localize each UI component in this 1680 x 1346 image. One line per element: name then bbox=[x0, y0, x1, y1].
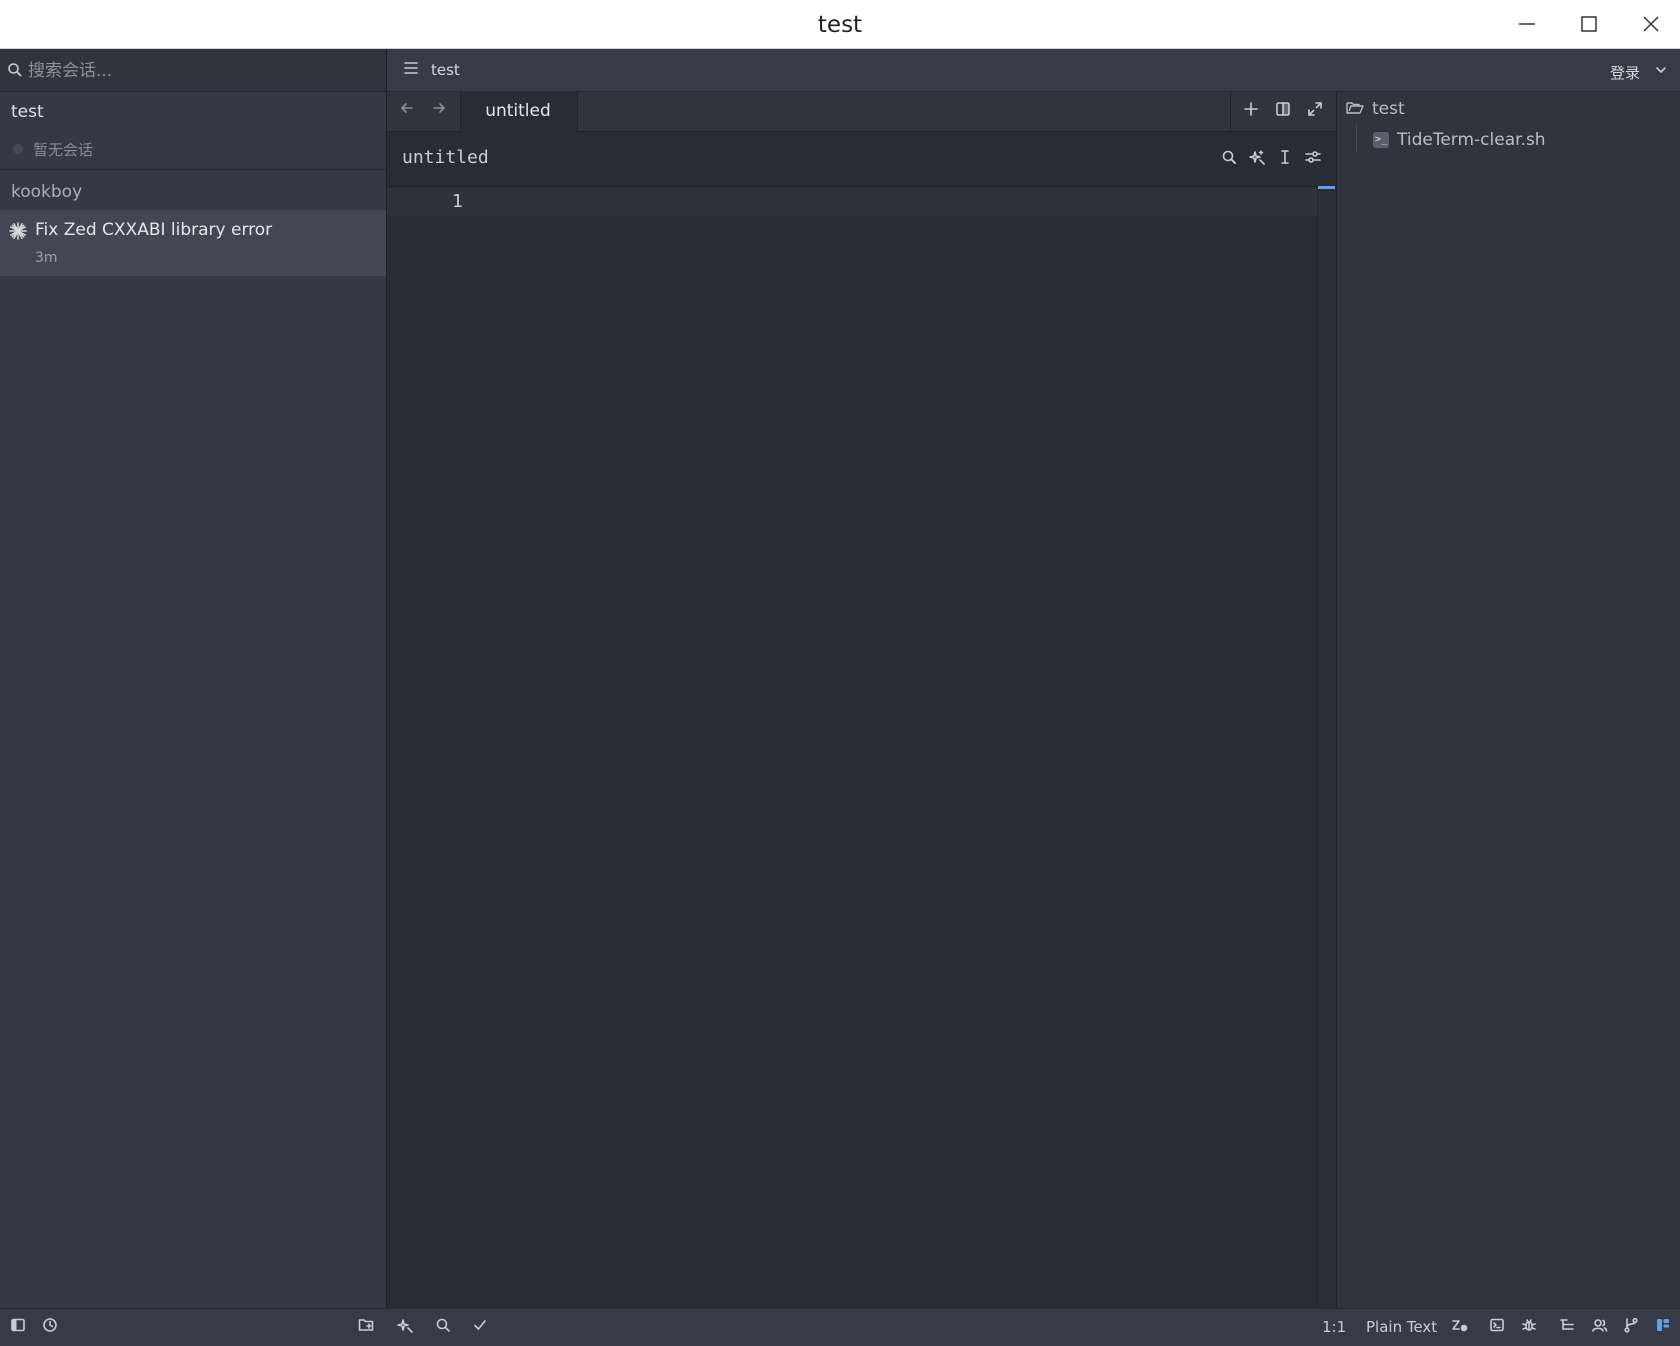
folder-open-icon bbox=[1346, 102, 1364, 114]
tree-indent-guide bbox=[1356, 124, 1357, 152]
maximize-icon bbox=[1581, 16, 1597, 32]
new-folder-icon[interactable] bbox=[358, 1317, 375, 1333]
search-input[interactable] bbox=[26, 57, 370, 85]
status-dot-icon bbox=[13, 144, 23, 154]
cursor-position[interactable]: 1:1 bbox=[1322, 1318, 1346, 1336]
divider bbox=[0, 169, 386, 170]
empty-label: 暂无会话 bbox=[33, 140, 94, 159]
text-cursor-icon[interactable] bbox=[1277, 149, 1293, 165]
sliders-icon[interactable] bbox=[1305, 149, 1321, 165]
conversation-title: Fix Zed CXXABI library error bbox=[35, 220, 273, 240]
menu-icon[interactable] bbox=[403, 60, 419, 76]
debug-bug-icon[interactable] bbox=[1521, 1317, 1537, 1333]
tab-label: untitled bbox=[485, 101, 551, 121]
zed-predict-icon[interactable] bbox=[1451, 1317, 1469, 1333]
close-window-button[interactable] bbox=[1620, 0, 1680, 48]
language-selector[interactable]: Plain Text bbox=[1366, 1318, 1437, 1336]
outline-icon[interactable] bbox=[1559, 1317, 1575, 1333]
login-button[interactable]: 登录 bbox=[1610, 62, 1640, 83]
back-arrow-icon[interactable] bbox=[399, 100, 415, 116]
check-icon[interactable] bbox=[472, 1317, 488, 1333]
line-number: 1 bbox=[452, 191, 463, 212]
tree-root-folder[interactable]: test bbox=[1372, 99, 1405, 119]
forward-arrow-icon[interactable] bbox=[431, 100, 447, 116]
project-panel-icon[interactable] bbox=[1655, 1317, 1671, 1333]
header-bar bbox=[387, 49, 1680, 92]
maximize-pane-icon[interactable] bbox=[1307, 101, 1323, 117]
group-header-kookboy[interactable]: kookboy bbox=[0, 180, 386, 204]
group-header-test[interactable]: test bbox=[0, 100, 386, 132]
editor-text-area[interactable] bbox=[470, 188, 1315, 1306]
close-icon bbox=[1643, 16, 1659, 32]
toggle-sidebar-icon[interactable] bbox=[10, 1317, 26, 1333]
sparkle-icon[interactable] bbox=[1249, 149, 1265, 165]
chevron-down-icon[interactable] bbox=[1654, 63, 1668, 77]
plus-icon[interactable] bbox=[1243, 101, 1259, 117]
history-clock-icon[interactable] bbox=[42, 1317, 58, 1333]
search-icon[interactable] bbox=[435, 1317, 451, 1333]
split-pane-icon[interactable] bbox=[1275, 101, 1291, 117]
divider bbox=[1230, 92, 1231, 131]
ai-sparkle-icon[interactable] bbox=[397, 1317, 413, 1333]
minimize-icon bbox=[1519, 23, 1535, 25]
editor-scrollbar[interactable] bbox=[1317, 188, 1336, 1308]
project-name[interactable]: test bbox=[431, 61, 460, 79]
search-icon bbox=[8, 63, 22, 77]
project-panel bbox=[1336, 92, 1680, 1308]
maximize-button[interactable] bbox=[1558, 0, 1620, 48]
conversation-search bbox=[0, 49, 386, 92]
editor-toolbar bbox=[387, 132, 1317, 187]
spinner-icon bbox=[9, 222, 27, 240]
file-breadcrumb[interactable]: untitled bbox=[402, 147, 489, 168]
terminal-icon[interactable] bbox=[1489, 1317, 1505, 1333]
conversation-time: 3m bbox=[35, 250, 58, 266]
minimize-button[interactable] bbox=[1496, 0, 1558, 48]
collaborators-icon[interactable] bbox=[1591, 1317, 1608, 1333]
search-icon[interactable] bbox=[1221, 149, 1237, 165]
window-title: test bbox=[817, 12, 863, 38]
tree-file-item[interactable]: TideTerm-clear.sh bbox=[1397, 130, 1546, 150]
git-branch-icon[interactable] bbox=[1623, 1317, 1639, 1333]
empty-conversations: 暂无会话 bbox=[13, 138, 93, 160]
terminal-file-icon: >_ bbox=[1373, 132, 1389, 148]
scroll-thumb[interactable] bbox=[1318, 186, 1335, 189]
